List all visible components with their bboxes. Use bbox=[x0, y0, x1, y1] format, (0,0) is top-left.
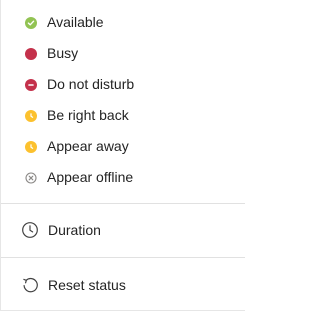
status-label: Appear offline bbox=[47, 169, 134, 185]
status-option-do-not-disturb[interactable]: Do not disturb bbox=[1, 69, 245, 100]
status-label: Do not disturb bbox=[47, 76, 135, 92]
status-option-be-right-back[interactable]: Be right back bbox=[1, 100, 245, 131]
presence-status-menu: Available Busy Do not disturb Be right b… bbox=[0, 0, 245, 311]
reset-status-button[interactable]: Reset status bbox=[1, 270, 245, 300]
status-option-appear-offline[interactable]: Appear offline bbox=[1, 162, 245, 193]
away-clock-icon bbox=[25, 140, 37, 153]
duration-button[interactable]: Duration bbox=[1, 215, 245, 245]
be-right-back-clock-icon bbox=[25, 109, 37, 122]
available-check-icon bbox=[25, 16, 37, 29]
busy-dot-icon bbox=[25, 47, 37, 60]
status-label: Available bbox=[47, 14, 104, 30]
status-label: Be right back bbox=[47, 107, 129, 123]
status-label: Busy bbox=[47, 45, 79, 61]
offline-x-icon bbox=[25, 171, 37, 184]
reset-status-label: Reset status bbox=[48, 277, 126, 293]
reset-icon bbox=[21, 276, 39, 294]
clock-icon bbox=[21, 221, 39, 239]
duration-label: Duration bbox=[48, 222, 101, 238]
menu-divider bbox=[1, 257, 245, 258]
status-option-busy[interactable]: Busy bbox=[1, 38, 245, 69]
status-label: Appear away bbox=[47, 138, 129, 154]
status-list: Available Busy Do not disturb Be right b… bbox=[1, 0, 245, 193]
dnd-minus-icon bbox=[25, 78, 37, 91]
menu-divider bbox=[1, 203, 245, 204]
status-option-available[interactable]: Available bbox=[1, 7, 245, 38]
status-option-appear-away[interactable]: Appear away bbox=[1, 131, 245, 162]
